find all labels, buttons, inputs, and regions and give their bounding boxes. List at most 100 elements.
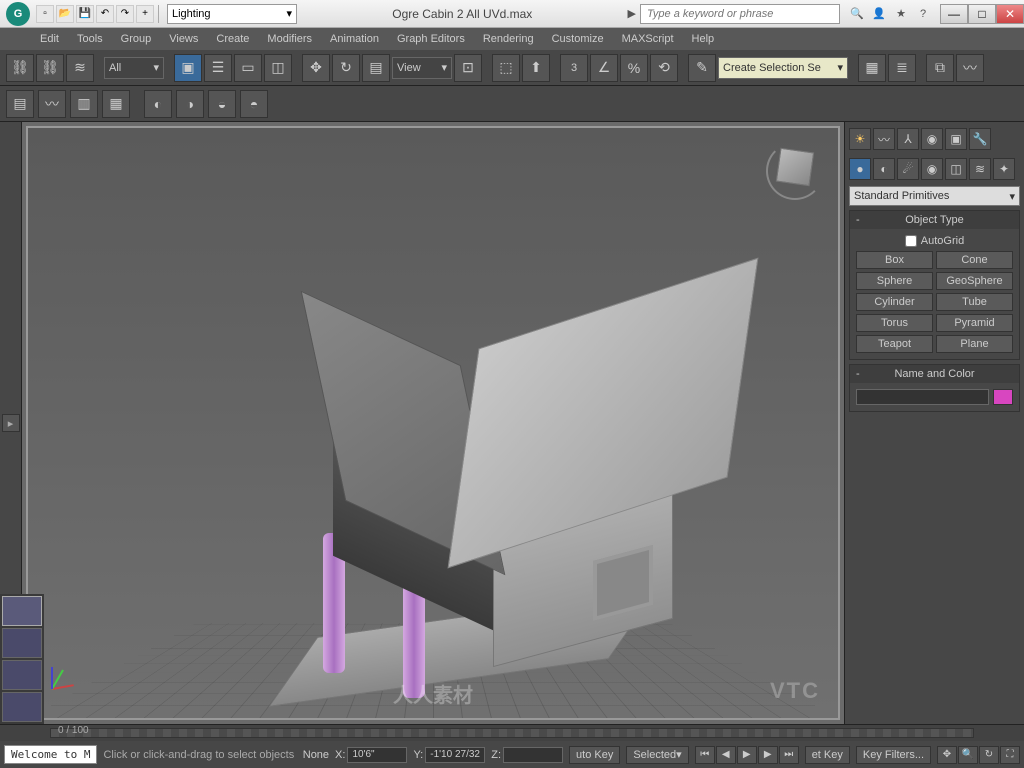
autokey-button[interactable]: uto Key bbox=[569, 746, 620, 764]
binoculars-icon[interactable]: 🔍 bbox=[848, 5, 866, 23]
menu-animation[interactable]: Animation bbox=[330, 33, 379, 45]
timeline-track[interactable] bbox=[50, 728, 974, 738]
shapes-icon[interactable]: ◐ bbox=[873, 158, 895, 180]
perspective-viewport[interactable]: VTC 人人素材 bbox=[26, 126, 840, 720]
minimize-button[interactable]: — bbox=[940, 4, 968, 24]
teapot-btn-2[interactable]: ◑ bbox=[176, 90, 204, 118]
snap-toggle-button[interactable]: 3 bbox=[560, 54, 588, 82]
z-input[interactable] bbox=[503, 747, 563, 763]
unlink-icon[interactable]: ⛓ bbox=[36, 54, 64, 82]
object-name-input[interactable] bbox=[856, 389, 989, 405]
named-selection-dropdown[interactable]: Create Selection Se▾ bbox=[718, 57, 848, 79]
search-go-icon[interactable]: ▶ bbox=[628, 7, 636, 20]
prev-frame-button[interactable]: ◀ bbox=[716, 746, 736, 764]
close-button[interactable]: ✕ bbox=[996, 4, 1024, 24]
teapot-btn-1[interactable]: ◐ bbox=[144, 90, 172, 118]
teapot-btn-3[interactable]: ◒ bbox=[208, 90, 236, 118]
manipulate-button[interactable]: ⬚ bbox=[492, 54, 520, 82]
goto-end-button[interactable]: ⏭ bbox=[779, 746, 799, 764]
next-frame-button[interactable]: ▶ bbox=[758, 746, 778, 764]
select-region-button[interactable]: ▭ bbox=[234, 54, 262, 82]
autogrid-input[interactable] bbox=[905, 235, 917, 247]
menu-group[interactable]: Group bbox=[121, 33, 152, 45]
scale-button[interactable]: ▤ bbox=[362, 54, 390, 82]
play-button[interactable]: ▶ bbox=[737, 746, 757, 764]
select-object-button[interactable]: ▣ bbox=[174, 54, 202, 82]
save-icon[interactable]: 💾 bbox=[76, 5, 94, 23]
mini-viewport[interactable] bbox=[2, 660, 42, 690]
signin-icon[interactable]: 👤 bbox=[870, 5, 888, 23]
menu-help[interactable]: Help bbox=[692, 33, 715, 45]
create-tab-sun-icon[interactable]: ☀ bbox=[849, 128, 871, 150]
x-input[interactable]: 10'6" bbox=[347, 747, 407, 763]
window-crossing-button[interactable]: ◫ bbox=[264, 54, 292, 82]
search-input[interactable] bbox=[640, 4, 840, 24]
rollout-header[interactable]: - Object Type bbox=[850, 211, 1019, 229]
zoom-button[interactable]: 🔍 bbox=[958, 746, 978, 764]
tube-button[interactable]: Tube bbox=[936, 293, 1013, 311]
menu-rendering[interactable]: Rendering bbox=[483, 33, 534, 45]
graphite-btn-4[interactable]: ▦ bbox=[102, 90, 130, 118]
pan-button[interactable]: ✥ bbox=[937, 746, 957, 764]
new-icon[interactable]: ▫ bbox=[36, 5, 54, 23]
layers-button[interactable]: ⧉ bbox=[926, 54, 954, 82]
setkey-button[interactable]: et Key bbox=[805, 746, 850, 764]
mini-viewport[interactable] bbox=[2, 692, 42, 722]
keyfilters-button[interactable]: Key Filters... bbox=[856, 746, 931, 764]
plus-icon[interactable]: + bbox=[136, 5, 154, 23]
torus-button[interactable]: Torus bbox=[856, 314, 933, 332]
rollout-header[interactable]: - Name and Color bbox=[850, 365, 1019, 383]
plane-button[interactable]: Plane bbox=[936, 335, 1013, 353]
mirror-button[interactable]: ▦ bbox=[858, 54, 886, 82]
angle-snap-button[interactable]: ∠ bbox=[590, 54, 618, 82]
move-button[interactable]: ✥ bbox=[302, 54, 330, 82]
menu-tools[interactable]: Tools bbox=[77, 33, 103, 45]
link-icon[interactable]: ⛓ bbox=[6, 54, 34, 82]
viewcube-cube[interactable] bbox=[776, 148, 814, 186]
app-icon[interactable]: G bbox=[6, 2, 30, 26]
geosphere-button[interactable]: GeoSphere bbox=[936, 272, 1013, 290]
mini-viewport[interactable] bbox=[2, 628, 42, 658]
menu-views[interactable]: Views bbox=[169, 33, 198, 45]
display-tab-icon[interactable]: ▣ bbox=[945, 128, 967, 150]
menu-edit[interactable]: Edit bbox=[40, 33, 59, 45]
edit-named-sel-button[interactable]: ✎ bbox=[688, 54, 716, 82]
redo-icon[interactable]: ↷ bbox=[116, 5, 134, 23]
systems-icon[interactable]: ✦ bbox=[993, 158, 1015, 180]
cone-button[interactable]: Cone bbox=[936, 251, 1013, 269]
star-icon[interactable]: ★ bbox=[892, 5, 910, 23]
graphite-btn-3[interactable]: ▥ bbox=[70, 90, 98, 118]
orbit-button[interactable]: ↻ bbox=[979, 746, 999, 764]
help-icon[interactable]: ? bbox=[914, 5, 932, 23]
teapot-btn-4[interactable]: ◓ bbox=[240, 90, 268, 118]
motion-tab-icon[interactable]: ◉ bbox=[921, 128, 943, 150]
goto-start-button[interactable]: ⏮ bbox=[695, 746, 715, 764]
align-button[interactable]: ≣ bbox=[888, 54, 916, 82]
keyboard-shortcut-button[interactable]: ⬆ bbox=[522, 54, 550, 82]
undo-icon[interactable]: ↶ bbox=[96, 5, 114, 23]
percent-snap-button[interactable]: % bbox=[620, 54, 648, 82]
modify-tab-icon[interactable]: 〰 bbox=[873, 128, 895, 150]
menu-create[interactable]: Create bbox=[216, 33, 249, 45]
mini-viewport[interactable] bbox=[2, 596, 42, 626]
spinner-snap-button[interactable]: ⟲ bbox=[650, 54, 678, 82]
workspace-dropdown[interactable]: Lighting ▾ bbox=[167, 4, 297, 24]
graphite-btn-1[interactable]: ▤ bbox=[6, 90, 34, 118]
menu-modifiers[interactable]: Modifiers bbox=[267, 33, 312, 45]
curve-editor-button[interactable]: 〰 bbox=[956, 54, 984, 82]
menu-customize[interactable]: Customize bbox=[552, 33, 604, 45]
viewcube[interactable] bbox=[766, 142, 824, 200]
sphere-button[interactable]: Sphere bbox=[856, 272, 933, 290]
box-button[interactable]: Box bbox=[856, 251, 933, 269]
helpers-icon[interactable]: ◫ bbox=[945, 158, 967, 180]
lights-icon[interactable]: ☄ bbox=[897, 158, 919, 180]
y-input[interactable]: -1'10 27/32 bbox=[425, 747, 485, 763]
menu-maxscript[interactable]: MAXScript bbox=[622, 33, 674, 45]
expand-strip-button[interactable]: ▸ bbox=[2, 414, 20, 432]
ref-coord-dropdown[interactable]: View▾ bbox=[392, 57, 452, 79]
menu-grapheditors[interactable]: Graph Editors bbox=[397, 33, 465, 45]
create-category-dropdown[interactable]: Standard Primitives ▾ bbox=[849, 186, 1020, 206]
object-color-swatch[interactable] bbox=[993, 389, 1013, 405]
graphite-btn-2[interactable]: 〰 bbox=[38, 90, 66, 118]
autogrid-checkbox[interactable]: AutoGrid bbox=[905, 235, 964, 247]
